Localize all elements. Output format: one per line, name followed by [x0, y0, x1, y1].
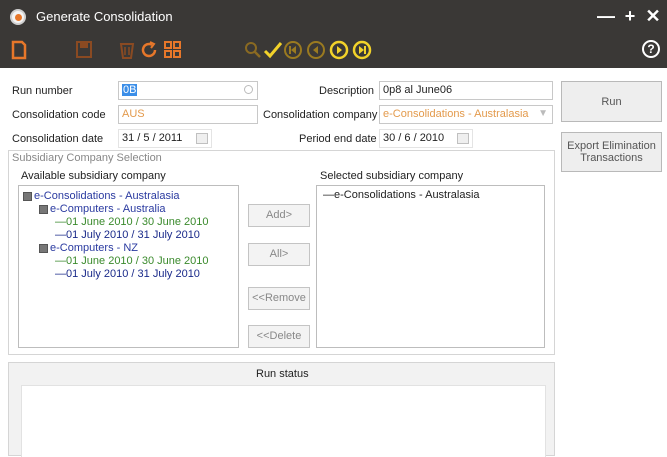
- save-icon[interactable]: [75, 40, 93, 60]
- delete-button[interactable]: <<Delete: [248, 325, 310, 348]
- calendar-icon[interactable]: [196, 133, 208, 144]
- confirm-check-icon[interactable]: [263, 40, 283, 60]
- period-end-date-label: Period end date: [299, 133, 377, 145]
- tree-leaf[interactable]: —01 July 2010 / 31 July 2010: [55, 268, 200, 280]
- run-status-label: Run status: [256, 368, 309, 380]
- close-button[interactable]: ✕: [643, 6, 663, 26]
- run-number-label: Run number: [12, 85, 73, 97]
- run-button[interactable]: Run: [561, 81, 662, 122]
- consolidation-company-label: Consolidation company: [263, 109, 378, 121]
- help-icon[interactable]: ?: [642, 40, 660, 58]
- grid-layout-icon[interactable]: [163, 40, 183, 60]
- collapse-icon[interactable]: [23, 191, 32, 201]
- description-label: Description: [319, 85, 375, 97]
- run-number-input[interactable]: 0B: [118, 81, 258, 100]
- tree-node[interactable]: e-Computers - Australia: [39, 203, 166, 215]
- tree-node[interactable]: e-Consolidations - Australasia: [23, 190, 180, 202]
- selected-subsidiary-label: Selected subsidiary company: [320, 170, 464, 182]
- new-document-icon[interactable]: [11, 40, 27, 60]
- lookup-search-icon[interactable]: [244, 85, 253, 94]
- search-icon[interactable]: [243, 40, 263, 60]
- maximize-button[interactable]: +: [620, 6, 640, 26]
- run-status-panel: Run status: [8, 362, 555, 457]
- export-elimination-button[interactable]: Export Elimination Transactions: [561, 132, 662, 172]
- tree-leaf[interactable]: —01 June 2010 / 30 June 2010: [55, 255, 209, 267]
- consolidation-code-input[interactable]: AUS: [118, 105, 258, 124]
- app-logo-icon: [10, 9, 26, 25]
- last-record-icon[interactable]: [352, 40, 372, 60]
- title-bar: Generate Consolidation — + ✕ ?: [0, 0, 667, 68]
- available-subsidiary-tree[interactable]: e-Consolidations - Australasia e-Compute…: [18, 185, 239, 348]
- tree-leaf[interactable]: —01 June 2010 / 30 June 2010: [55, 216, 209, 228]
- selected-subsidiary-list[interactable]: —e-Consolidations - Australasia: [316, 185, 545, 348]
- tree-node[interactable]: e-Computers - NZ: [39, 242, 138, 254]
- remove-button[interactable]: <<Remove: [248, 287, 310, 310]
- description-input[interactable]: 0p8 al June06: [379, 81, 553, 100]
- next-record-icon[interactable]: [329, 40, 349, 60]
- collapse-icon[interactable]: [39, 204, 48, 214]
- subsidiary-group-label: Subsidiary Company Selection: [12, 152, 162, 164]
- refresh-icon[interactable]: [139, 40, 159, 60]
- chevron-down-icon[interactable]: ▼: [538, 108, 548, 119]
- minimize-button[interactable]: —: [596, 6, 616, 26]
- add-button[interactable]: Add>: [248, 204, 310, 227]
- consolidation-company-select[interactable]: e-Consolidations - Australasia ▼: [379, 105, 553, 124]
- previous-record-icon[interactable]: [306, 40, 326, 60]
- consolidation-code-label: Consolidation code: [12, 109, 106, 121]
- consolidation-date-input[interactable]: 31 / 5 / 2011: [118, 129, 212, 148]
- collapse-icon[interactable]: [39, 243, 48, 253]
- first-record-icon[interactable]: [283, 40, 303, 60]
- add-all-button[interactable]: All>: [248, 243, 310, 266]
- selected-item[interactable]: —e-Consolidations - Australasia: [323, 189, 480, 201]
- consolidation-date-label: Consolidation date: [12, 133, 104, 145]
- tree-leaf[interactable]: —01 July 2010 / 31 July 2010: [55, 229, 200, 241]
- run-status-output: [21, 385, 546, 457]
- period-end-date-input[interactable]: 30 / 6 / 2010: [379, 129, 473, 148]
- delete-trash-icon[interactable]: [118, 40, 136, 60]
- window-title: Generate Consolidation: [36, 9, 173, 24]
- available-subsidiary-label: Available subsidiary company: [21, 170, 166, 182]
- calendar-icon[interactable]: [457, 133, 469, 144]
